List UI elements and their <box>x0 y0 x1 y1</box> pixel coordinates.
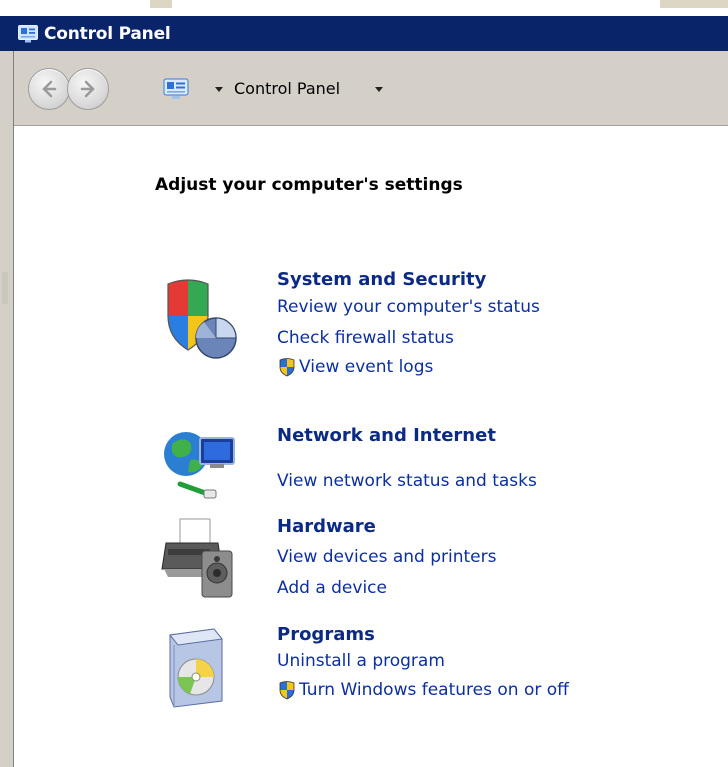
category-title[interactable]: Network and Internet <box>277 425 496 446</box>
link-devices-printers[interactable]: View devices and printers <box>277 547 496 567</box>
window-title: Control Panel <box>44 23 171 44</box>
link-label: View network status and tasks <box>277 471 537 491</box>
navigation-toolbar: Control Panel <box>14 51 728 126</box>
link-label: Check firewall status <box>277 328 454 348</box>
programs-disc-icon <box>169 628 223 708</box>
category-title[interactable]: Programs <box>277 624 375 645</box>
uac-shield-icon <box>279 358 295 377</box>
left-frame <box>0 51 14 767</box>
forward-button[interactable] <box>67 68 109 110</box>
link-label: View devices and printers <box>277 547 497 567</box>
forward-arrow-icon <box>80 80 95 98</box>
main-content: Adjust your computer's settings System a… <box>14 126 728 767</box>
page-heading: Adjust your computer's settings <box>155 175 463 195</box>
globe-network-icon <box>164 432 235 499</box>
category-title[interactable]: System and Security <box>277 269 486 290</box>
background-window-sliver <box>150 0 172 8</box>
uac-shield-icon <box>279 681 295 700</box>
link-windows-features[interactable]: Turn Windows features on or off <box>277 680 569 700</box>
back-arrow-icon <box>42 80 57 98</box>
back-button[interactable] <box>28 68 70 110</box>
shield-pie-icon <box>167 279 237 359</box>
link-label: Review your computer's status <box>277 297 540 317</box>
resize-grip[interactable] <box>2 272 8 304</box>
link-add-device[interactable]: Add a device <box>277 578 387 598</box>
category-title[interactable]: Hardware <box>277 516 376 537</box>
address-control-panel-icon[interactable] <box>162 77 190 101</box>
link-check-firewall[interactable]: Check firewall status <box>277 328 454 348</box>
control-panel-icon <box>18 24 38 44</box>
link-review-status[interactable]: Review your computer's status <box>277 297 540 317</box>
title-bar[interactable]: Control Panel <box>0 16 728 51</box>
link-uninstall-program[interactable]: Uninstall a program <box>277 651 445 671</box>
link-label: Uninstall a program <box>277 651 445 671</box>
chevron-down-icon[interactable] <box>215 87 223 92</box>
breadcrumb-control-panel[interactable]: Control Panel <box>234 79 340 98</box>
link-view-event-logs[interactable]: View event logs <box>277 357 433 377</box>
link-label: View event logs <box>299 357 434 377</box>
link-label: Add a device <box>277 578 387 598</box>
window-top-strip <box>0 0 728 16</box>
link-label: Turn Windows features on or off <box>299 680 569 700</box>
background-window-sliver <box>660 0 728 8</box>
printer-speaker-icon <box>161 518 233 598</box>
link-network-status[interactable]: View network status and tasks <box>277 471 537 491</box>
chevron-down-icon[interactable] <box>375 87 383 92</box>
